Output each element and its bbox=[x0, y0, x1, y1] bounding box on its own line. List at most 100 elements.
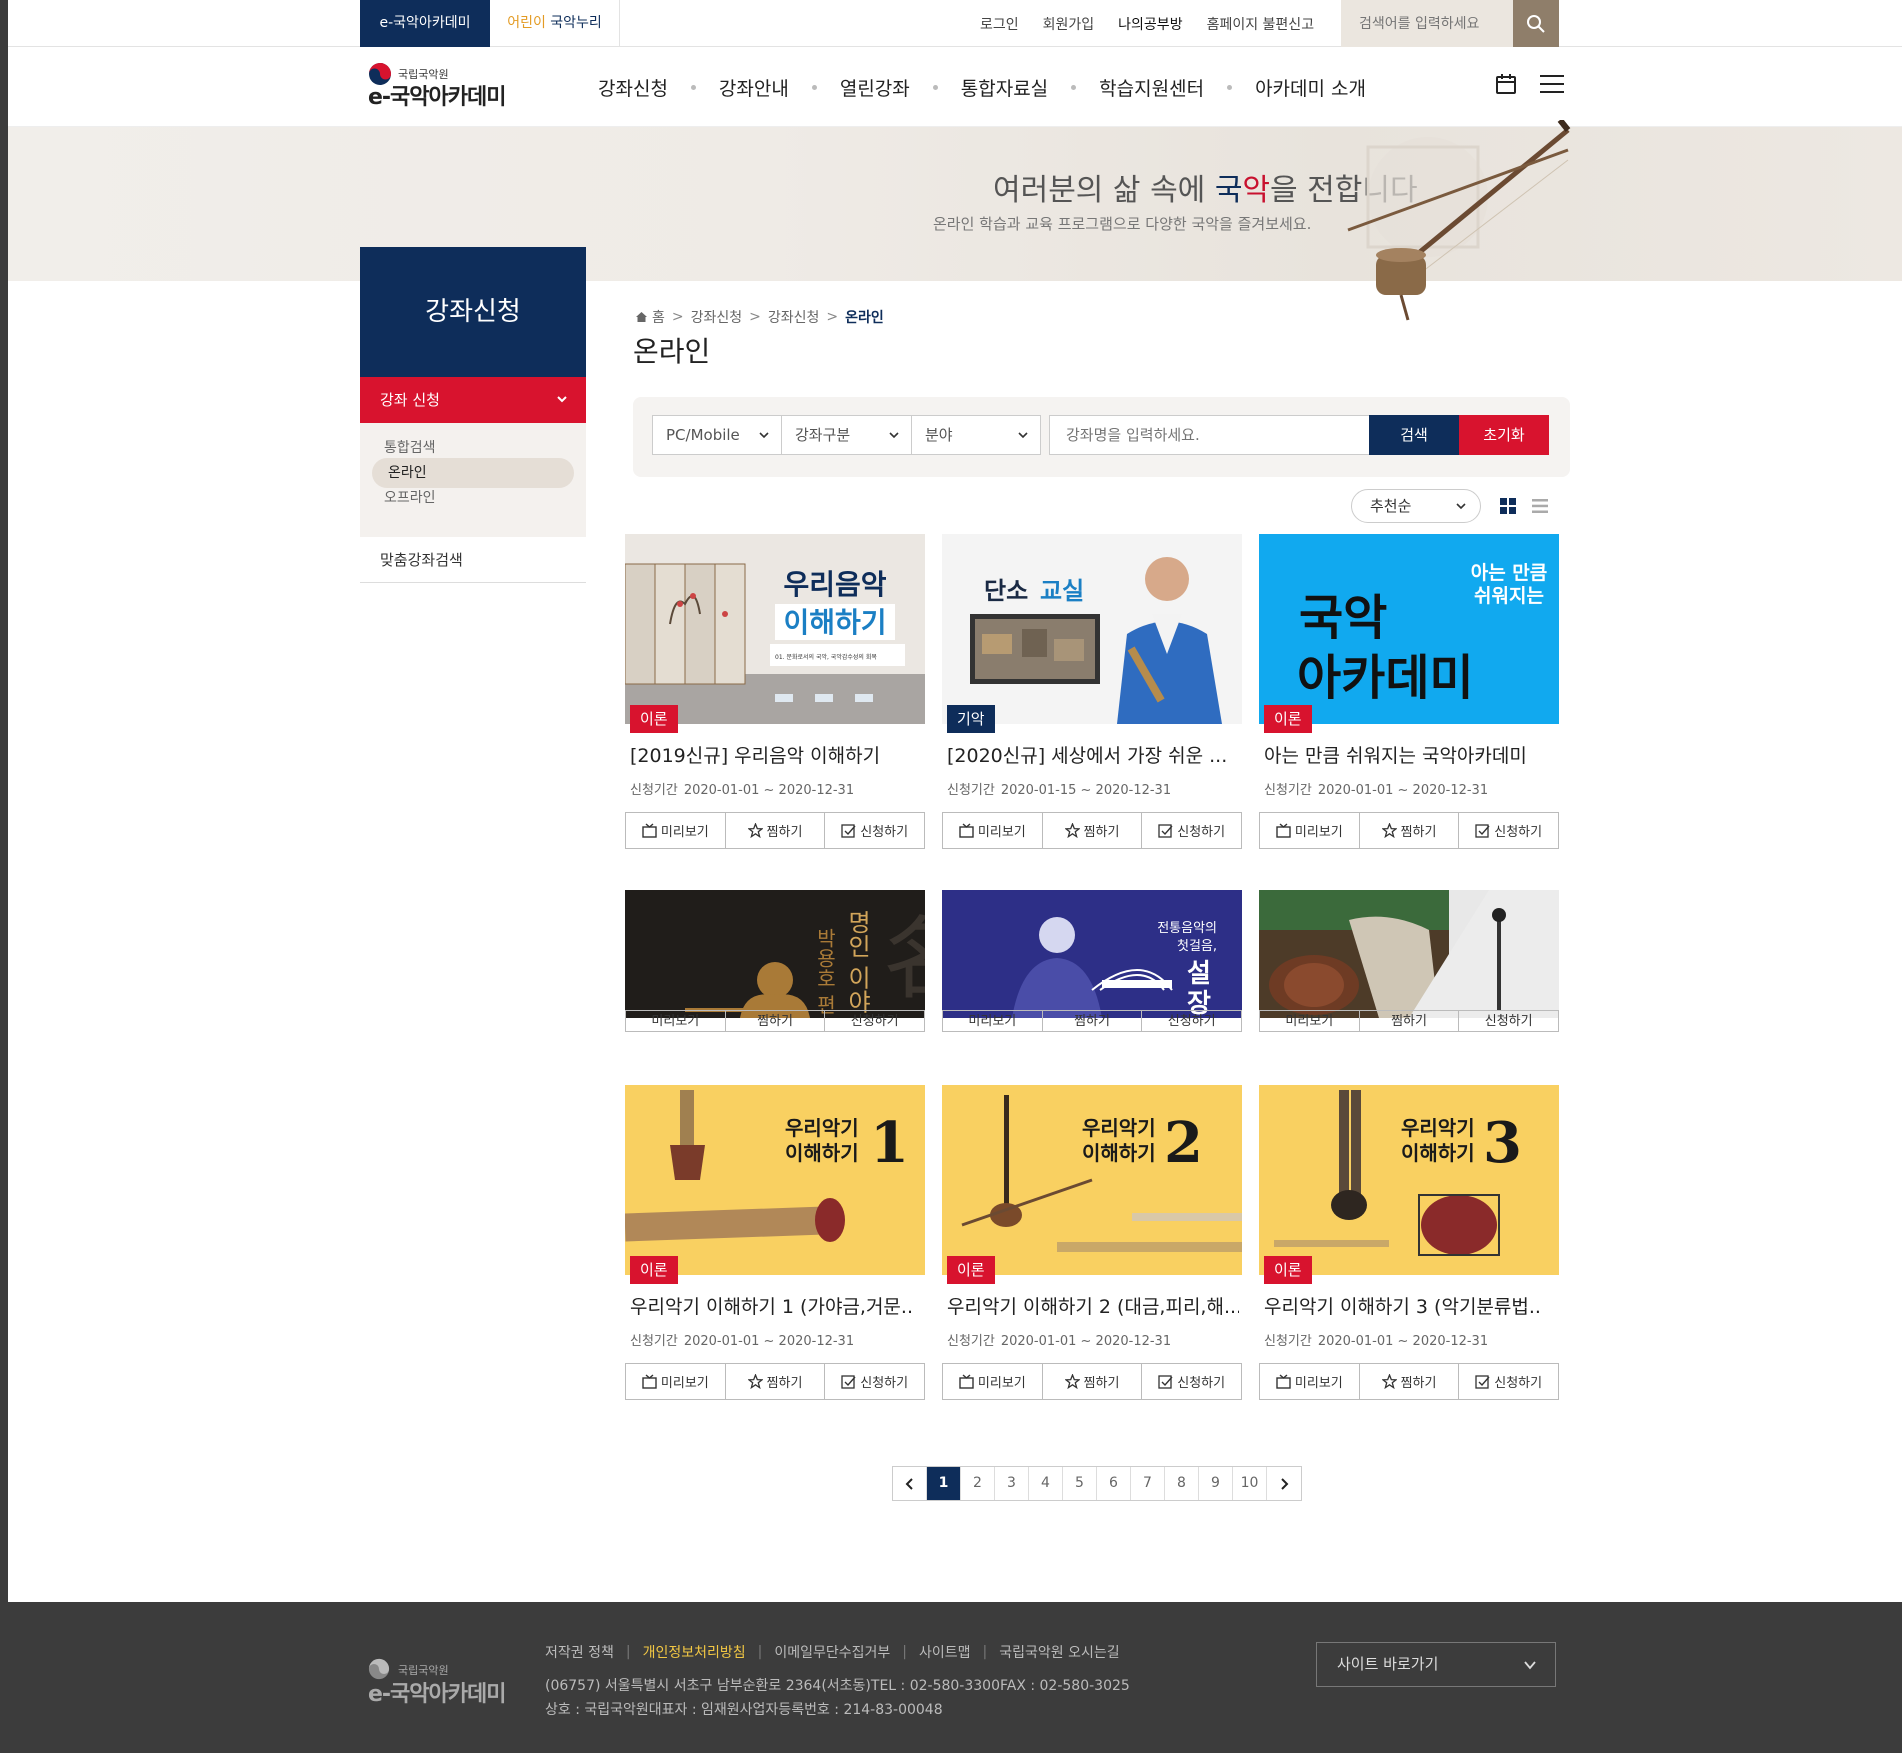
wish-button[interactable]: 찜하기 bbox=[1360, 1364, 1460, 1399]
preview-button[interactable]: 미리보기 bbox=[943, 1364, 1043, 1399]
menu-course-info[interactable]: 강좌안내 bbox=[719, 74, 789, 101]
course-title[interactable]: 우리악기 이해하기 2 (대금,피리,해... bbox=[947, 1292, 1239, 1319]
top-search-input[interactable] bbox=[1341, 0, 1513, 47]
keyword-input[interactable] bbox=[1050, 416, 1370, 454]
hamburger-menu-icon[interactable] bbox=[1540, 74, 1564, 94]
page-button[interactable]: 4 bbox=[1029, 1467, 1063, 1500]
footer-link-privacy[interactable]: 개인정보처리방침 bbox=[643, 1642, 746, 1662]
site-tab-academy[interactable]: e-국악아카데미 bbox=[360, 0, 490, 47]
report-link[interactable]: 홈페이지 불편신고 bbox=[1195, 14, 1327, 34]
apply-button[interactable]: 신청하기 bbox=[825, 1364, 924, 1399]
page-button[interactable]: 1 bbox=[927, 1467, 961, 1500]
sort-select[interactable]: 추천순 bbox=[1351, 489, 1481, 523]
course-thumbnail[interactable] bbox=[1259, 890, 1559, 1018]
footer-link-directions[interactable]: 국립국악원 오시는길 bbox=[999, 1642, 1119, 1662]
page-button[interactable]: 5 bbox=[1063, 1467, 1097, 1500]
course-thumbnail[interactable]: 박용호 편 명인 이야 名 bbox=[625, 890, 925, 1018]
sidebar-subitem-integrated-search[interactable]: 통합검색 bbox=[384, 437, 436, 457]
my-study-link[interactable]: 나의공부방 bbox=[1106, 14, 1194, 34]
page-button[interactable]: 6 bbox=[1097, 1467, 1131, 1500]
device-select[interactable]: PC/Mobile bbox=[652, 415, 782, 455]
period-value: 2020-01-01 ~ 2020-12-31 bbox=[1317, 1334, 1489, 1349]
preview-button[interactable]: 미리보기 bbox=[626, 813, 726, 848]
page-button[interactable]: 10 bbox=[1233, 1467, 1267, 1500]
course-thumbnail[interactable]: 우리악기 이해하기 3 bbox=[1259, 1085, 1559, 1275]
field-select[interactable]: 분야 bbox=[911, 415, 1041, 455]
menu-support[interactable]: 학습지원센터 bbox=[1099, 74, 1204, 101]
footer-link-copyright[interactable]: 저작권 정책 bbox=[545, 1642, 614, 1662]
menu-course-apply[interactable]: 강좌신청 bbox=[598, 74, 668, 101]
page-button[interactable]: 3 bbox=[995, 1467, 1029, 1500]
preview-button[interactable]: 미리보기 bbox=[1260, 1011, 1360, 1031]
apply-button[interactable]: 신청하기 bbox=[1459, 1011, 1558, 1031]
page-button[interactable]: 7 bbox=[1131, 1467, 1165, 1500]
calendar-icon[interactable] bbox=[1494, 72, 1518, 96]
wish-button[interactable]: 찜하기 bbox=[726, 1364, 826, 1399]
list-view-icon[interactable] bbox=[1532, 498, 1548, 514]
site-shortcut-select[interactable]: 사이트 바로가기 bbox=[1316, 1642, 1556, 1687]
preview-button[interactable]: 미리보기 bbox=[943, 1011, 1043, 1031]
breadcrumb-level2[interactable]: 강좌신청 bbox=[768, 307, 820, 327]
apply-button[interactable]: 신청하기 bbox=[1459, 813, 1558, 848]
page-button[interactable]: 2 bbox=[961, 1467, 995, 1500]
course-thumbnail[interactable]: 우리음악 이해하기 01. 문화로서의 국악, 국악감수성의 회복 bbox=[625, 534, 925, 724]
course-thumbnail[interactable]: 우리악기 이해하기 1 bbox=[625, 1085, 925, 1275]
menu-about[interactable]: 아카데미 소개 bbox=[1255, 74, 1366, 101]
login-link[interactable]: 로그인 bbox=[968, 14, 1031, 34]
wish-button[interactable]: 찜하기 bbox=[1360, 1011, 1460, 1031]
menu-archive[interactable]: 통합자료실 bbox=[961, 74, 1048, 101]
site-logo[interactable]: 국립국악원 e-국악아카데미 bbox=[368, 62, 518, 110]
wish-button[interactable]: 찜하기 bbox=[726, 813, 826, 848]
course-thumbnail[interactable]: 단소 교실 bbox=[942, 534, 1242, 724]
thumb-number: 3 bbox=[1483, 1110, 1522, 1176]
apply-label: 신청하기 bbox=[1177, 825, 1226, 840]
breadcrumb-level1[interactable]: 강좌신청 bbox=[691, 307, 743, 327]
sidebar-subitem-online[interactable]: 온라인 bbox=[372, 458, 574, 488]
wish-button[interactable]: 찜하기 bbox=[726, 1011, 826, 1031]
course-thumbnail[interactable]: 우리악기 이해하기 2 bbox=[942, 1085, 1242, 1275]
category-select[interactable]: 강좌구분 bbox=[781, 415, 912, 455]
apply-button[interactable]: 신청하기 bbox=[825, 813, 924, 848]
grid-view-icon[interactable] bbox=[1500, 498, 1516, 514]
apply-button[interactable]: 신청하기 bbox=[1142, 1364, 1241, 1399]
page-button[interactable]: 9 bbox=[1199, 1467, 1233, 1500]
signup-link[interactable]: 회원가입 bbox=[1031, 14, 1107, 34]
course-thumbnail[interactable]: 전통음악의 첫걸음, 설 장 bbox=[942, 890, 1242, 1018]
course-title[interactable]: 우리악기 이해하기 1 (가야금,거문.. bbox=[630, 1292, 922, 1319]
page-button[interactable]: 8 bbox=[1165, 1467, 1199, 1500]
sidebar-item-custom-search[interactable]: 맞춤강좌검색 bbox=[360, 537, 586, 583]
menu-open-course[interactable]: 열린강좌 bbox=[840, 74, 910, 101]
apply-button[interactable]: 신청하기 bbox=[1142, 1011, 1241, 1031]
wish-button[interactable]: 찜하기 bbox=[1043, 1364, 1143, 1399]
site-tab-kids[interactable]: 어린이 국악누리 bbox=[490, 0, 620, 47]
search-button[interactable]: 검색 bbox=[1369, 415, 1459, 455]
course-title[interactable]: [2020신규] 세상에서 가장 쉬운 ... bbox=[947, 741, 1239, 768]
reset-button[interactable]: 초기화 bbox=[1459, 415, 1549, 455]
top-search-button[interactable] bbox=[1513, 0, 1559, 47]
apply-button[interactable]: 신청하기 bbox=[825, 1011, 924, 1031]
course-thumbnail[interactable]: 아는 만큼 쉬워지는 국악 아카데미 bbox=[1259, 534, 1559, 724]
footer-link-sitemap[interactable]: 사이트맵 bbox=[919, 1642, 971, 1662]
wish-button[interactable]: 찜하기 bbox=[1043, 813, 1143, 848]
footer-link-email-policy[interactable]: 이메일무단수집거부 bbox=[774, 1642, 890, 1662]
course-title[interactable]: 우리악기 이해하기 3 (악기분류법.. bbox=[1264, 1292, 1556, 1319]
wish-button[interactable]: 찜하기 bbox=[1360, 813, 1460, 848]
preview-button[interactable]: 미리보기 bbox=[1260, 813, 1360, 848]
preview-button[interactable]: 미리보기 bbox=[626, 1011, 726, 1031]
breadcrumb-home[interactable]: 홈 bbox=[652, 307, 665, 327]
preview-button[interactable]: 미리보기 bbox=[626, 1364, 726, 1399]
course-title[interactable]: 아는 만큼 쉬워지는 국악아카데미 bbox=[1264, 741, 1556, 768]
prev-page-button[interactable] bbox=[893, 1467, 927, 1500]
sidebar-item-course-apply[interactable]: 강좌 신청 bbox=[360, 377, 586, 423]
banner-title-part1: 여러분의 삶 속에 bbox=[993, 173, 1215, 208]
apply-button[interactable]: 신청하기 bbox=[1142, 813, 1241, 848]
preview-button[interactable]: 미리보기 bbox=[943, 813, 1043, 848]
menu-separator bbox=[1227, 84, 1233, 90]
apply-button[interactable]: 신청하기 bbox=[1459, 1364, 1558, 1399]
wish-label: 찜하기 bbox=[1074, 1014, 1110, 1029]
course-title[interactable]: [2019신규] 우리음악 이해하기 bbox=[630, 741, 922, 768]
sidebar-subitem-offline[interactable]: 오프라인 bbox=[384, 487, 436, 507]
preview-button[interactable]: 미리보기 bbox=[1260, 1364, 1360, 1399]
wish-button[interactable]: 찜하기 bbox=[1043, 1011, 1143, 1031]
next-page-button[interactable] bbox=[1267, 1467, 1301, 1500]
